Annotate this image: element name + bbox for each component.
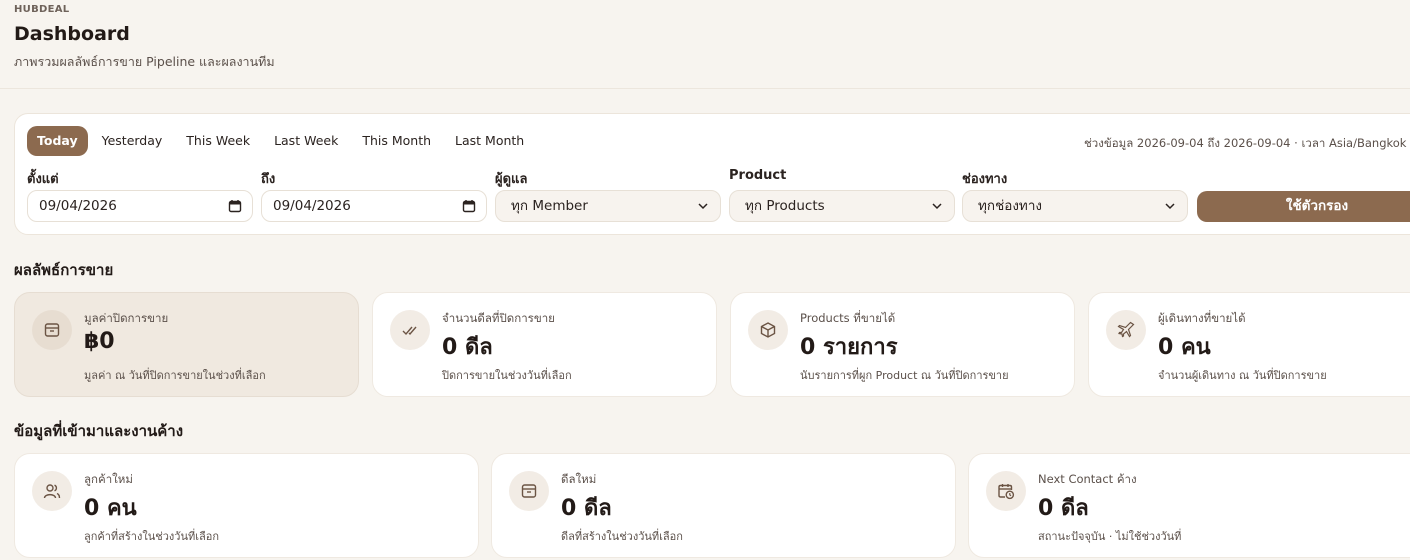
channel-selected-value: ทุกช่องทาง xyxy=(978,198,1043,214)
kpi-description: ดีลที่สร้างในช่วงวันที่เลือก xyxy=(561,530,683,543)
kpi-card-closed-value[interactable]: มูลค่าปิดการขาย ฿0 มูลค่า ณ วันที่ปิดการ… xyxy=(14,292,359,397)
range-tab-today[interactable]: Today xyxy=(27,126,88,156)
channel-label: ช่องทาง xyxy=(962,172,1008,187)
kpi-label: ผู้เดินทางที่ขายได้ xyxy=(1158,311,1246,325)
owner-label: ผู้ดูแล xyxy=(495,172,528,187)
calendar-icon[interactable] xyxy=(228,199,242,213)
plane-icon xyxy=(1106,310,1146,350)
kpi-card-travelers-sold[interactable]: ผู้เดินทางที่ขายได้ 0 คน จำนวนผู้เดินทาง… xyxy=(1088,292,1410,397)
kpi-card-new-customers[interactable]: ลูกค้าใหม่ 0 คน ลูกค้าที่สร้างในช่วงวันท… xyxy=(14,453,479,558)
owner-selected-value: ทุก Member xyxy=(511,198,588,214)
owner-select[interactable]: ทุก Member xyxy=(495,190,721,222)
kpi-card-new-deals[interactable]: ดีลใหม่ 0 ดีล ดีลที่สร้างในช่วงวันที่เลื… xyxy=(491,453,956,558)
kpi-description: สถานะปัจจุบัน · ไม่ใช้ช่วงวันที่ xyxy=(1038,530,1182,543)
range-tab-yesterday[interactable]: Yesterday xyxy=(92,126,173,156)
to-date-label: ถึง xyxy=(261,172,276,187)
kpi-description: ลูกค้าที่สร้างในช่วงวันที่เลือก xyxy=(84,530,219,543)
kpi-value: 0 ดีล xyxy=(561,496,612,521)
page-subtitle: ภาพรวมผลลัพธ์การขาย Pipeline และผลงานทีม xyxy=(14,54,275,69)
kpi-label: Next Contact ค้าง xyxy=(1038,472,1137,486)
package-icon xyxy=(748,310,788,350)
kpi-card-next-contact-pending[interactable]: Next Contact ค้าง 0 ดีล สถานะปัจจุบัน · … xyxy=(968,453,1410,558)
kpi-label: มูลค่าปิดการขาย xyxy=(84,311,169,325)
filter-panel: Today Yesterday This Week Last Week This… xyxy=(14,113,1410,235)
range-info: ช่วงข้อมูล 2026-09-04 ถึง 2026-09-04 · เ… xyxy=(1084,136,1407,150)
box-icon xyxy=(509,471,549,511)
kpi-value: 0 คน xyxy=(1158,335,1211,360)
range-tab-this-month[interactable]: This Month xyxy=(352,126,441,156)
range-tab-last-week[interactable]: Last Week xyxy=(264,126,348,156)
chevron-down-icon xyxy=(930,199,944,213)
kpi-label: Products ที่ขายได้ xyxy=(800,311,896,325)
calendar-clock-icon xyxy=(986,471,1026,511)
product-selected-value: ทุก Products xyxy=(745,198,825,214)
kpi-card-products-sold[interactable]: Products ที่ขายได้ 0 รายการ นับรายการที่… xyxy=(730,292,1075,397)
kpi-label: ดีลใหม่ xyxy=(561,472,597,486)
to-date-input[interactable]: 09/04/2026 xyxy=(261,190,487,222)
sales-section-title: ผลลัพธ์การขาย xyxy=(14,261,114,279)
kpi-value: 0 ดีล xyxy=(442,335,493,360)
users-icon xyxy=(32,471,72,511)
page-title: Dashboard xyxy=(14,23,130,45)
to-date-value: 09/04/2026 xyxy=(273,198,351,214)
chevron-down-icon xyxy=(696,199,710,213)
range-tab-last-month[interactable]: Last Month xyxy=(445,126,534,156)
product-label: Product xyxy=(729,168,787,183)
box-icon xyxy=(32,310,72,350)
from-date-input[interactable]: 09/04/2026 xyxy=(27,190,253,222)
kpi-description: จำนวนผู้เดินทาง ณ วันที่ปิดการขาย xyxy=(1158,369,1327,382)
kpi-description: มูลค่า ณ วันที่ปิดการขายในช่วงที่เลือก xyxy=(84,369,266,382)
page-header: HUBDEAL Dashboard ภาพรวมผลลัพธ์การขาย Pi… xyxy=(14,4,275,72)
double-check-icon xyxy=(390,310,430,350)
product-select[interactable]: ทุก Products xyxy=(729,190,955,222)
header-divider xyxy=(0,88,1410,89)
kpi-value: ฿0 xyxy=(84,329,115,354)
from-date-value: 09/04/2026 xyxy=(39,198,117,214)
apply-filter-button[interactable]: ใช้ตัวกรอง xyxy=(1197,191,1410,222)
kpi-value: 0 คน xyxy=(84,496,137,521)
kpi-value: 0 ดีล xyxy=(1038,496,1089,521)
kpi-description: นับรายการที่ผูก Product ณ วันที่ปิดการขา… xyxy=(800,369,1009,382)
kpi-label: ลูกค้าใหม่ xyxy=(84,472,133,486)
quick-range-tabs: Today Yesterday This Week Last Week This… xyxy=(27,126,534,156)
kpi-description: ปิดการขายในช่วงวันที่เลือก xyxy=(442,369,572,382)
chevron-down-icon xyxy=(1163,199,1177,213)
kpi-value: 0 รายการ xyxy=(800,335,898,360)
range-tab-this-week[interactable]: This Week xyxy=(176,126,260,156)
incoming-section-title: ข้อมูลที่เข้ามาและงานค้าง xyxy=(14,422,184,440)
channel-select[interactable]: ทุกช่องทาง xyxy=(962,190,1188,222)
kpi-label: จำนวนดีลที่ปิดการขาย xyxy=(442,311,555,325)
kpi-card-closed-deals[interactable]: จำนวนดีลที่ปิดการขาย 0 ดีล ปิดการขายในช่… xyxy=(372,292,717,397)
brand-name: HUBDEAL xyxy=(14,4,70,15)
from-date-label: ตั้งแต่ xyxy=(27,172,59,187)
calendar-icon[interactable] xyxy=(462,199,476,213)
